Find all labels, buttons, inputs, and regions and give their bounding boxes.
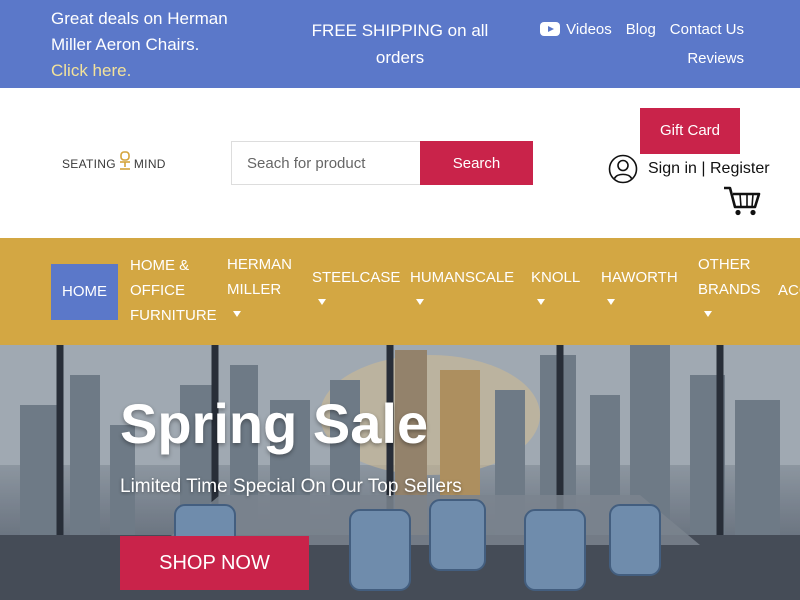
- chevron-down-icon: [607, 299, 615, 305]
- register-link[interactable]: Register: [710, 160, 770, 177]
- nav-item-haworth[interactable]: HAWORTH: [601, 265, 678, 305]
- site-logo[interactable]: SEATING MIND: [62, 151, 166, 176]
- nav-label-line: OFFICE: [130, 282, 185, 299]
- blog-link[interactable]: Blog: [626, 21, 656, 38]
- nav-item-steelcase[interactable]: STEELCASE: [312, 265, 400, 305]
- nav-item-other-brands[interactable]: OTHER BRANDS: [698, 252, 761, 317]
- account-separator: |: [701, 160, 706, 177]
- top-promo-bar: Great deals on Herman Miller Aeron Chair…: [0, 0, 800, 88]
- hero-subtitle: Limited Time Special On Our Top Sellers: [120, 476, 462, 497]
- nav-item-knoll[interactable]: KNOLL: [531, 265, 580, 305]
- promo-link[interactable]: Click here.: [51, 61, 131, 80]
- gift-card-button[interactable]: Gift Card: [640, 108, 740, 154]
- nav-label-line: HERMAN: [227, 256, 293, 273]
- user-icon[interactable]: [608, 154, 638, 184]
- chevron-down-icon: [537, 299, 545, 305]
- nav-label-line: STEELCASE: [312, 269, 401, 286]
- nav-item-humanscale[interactable]: HUMANSCALE: [410, 265, 514, 305]
- free-shipping-text: FREE SHIPPING on all orders: [311, 21, 489, 67]
- nav-label-line: FURNITURE: [130, 307, 217, 324]
- shop-now-button[interactable]: SHOP NOW: [120, 536, 309, 590]
- search-input[interactable]: [231, 141, 420, 185]
- main-nav: HOME HOME & OFFICE FURNITURE HERMAN MILL…: [0, 238, 800, 345]
- top-links: Videos Blog Contact Us Reviews: [540, 16, 744, 72]
- sign-in-link[interactable]: Sign in: [648, 160, 697, 177]
- logo-text-left: SEATING: [62, 156, 116, 171]
- account-links: Sign in | Register: [608, 154, 770, 184]
- nav-label-line: MILLER: [227, 281, 282, 298]
- nav-item-herman-miller[interactable]: HERMAN MILLER: [227, 252, 292, 317]
- videos-link[interactable]: Videos: [540, 21, 612, 38]
- chevron-down-icon: [318, 299, 326, 305]
- reviews-link[interactable]: Reviews: [687, 50, 744, 67]
- hero-banner: Spring Sale Limited Time Special On Our …: [0, 345, 800, 600]
- nav-label-line: ACC: [778, 282, 800, 299]
- nav-label-line: KNOLL: [531, 269, 581, 286]
- nav-label-line: HOME &: [130, 257, 190, 274]
- product-search: Search: [231, 141, 533, 185]
- nav-item-home[interactable]: HOME: [51, 264, 118, 320]
- nav-label-line: HUMANSCALE: [410, 269, 515, 286]
- chevron-down-icon: [416, 299, 424, 305]
- logo-text-right: MIND: [133, 156, 166, 171]
- nav-label-line: BRANDS: [698, 281, 761, 298]
- chevron-down-icon: [704, 311, 712, 317]
- nav-label-line: HAWORTH: [601, 269, 678, 286]
- youtube-icon: [540, 22, 561, 36]
- site-header: SEATING MIND Search Gift Card Sign in |: [0, 88, 800, 238]
- cart-icon[interactable]: [722, 185, 762, 217]
- videos-link-label: Videos: [566, 20, 612, 38]
- nav-item-home-office-furniture[interactable]: HOME & OFFICE FURNITURE: [130, 253, 217, 328]
- nav-label-line: OTHER: [698, 256, 751, 273]
- search-button[interactable]: Search: [420, 141, 533, 185]
- chair-logo-icon: [117, 151, 133, 176]
- promo-text: Great deals on Herman Miller Aeron Chair…: [51, 9, 228, 54]
- contact-us-link[interactable]: Contact Us: [670, 21, 744, 38]
- promo-message: Great deals on Herman Miller Aeron Chair…: [51, 6, 251, 84]
- chevron-down-icon: [233, 311, 241, 317]
- hero-title: Spring Sale: [120, 392, 429, 455]
- nav-item-accessories[interactable]: ACC: [778, 278, 800, 303]
